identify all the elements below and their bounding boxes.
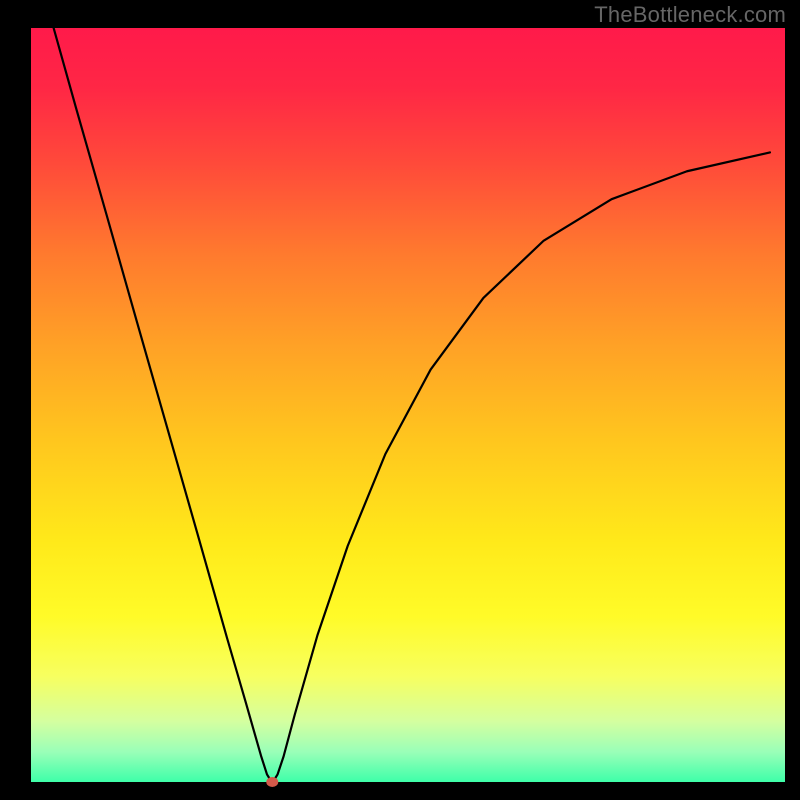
optimal-point-marker [266,777,278,787]
chart-container: TheBottleneck.com [0,0,800,800]
watermark-text: TheBottleneck.com [594,2,786,28]
bottleneck-chart [0,0,800,800]
plot-background-gradient [31,28,785,782]
